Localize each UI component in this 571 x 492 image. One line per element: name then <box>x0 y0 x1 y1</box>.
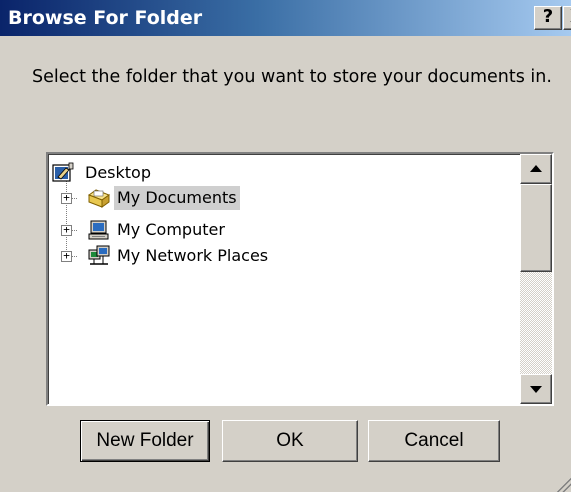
folder-documents-icon <box>87 187 111 209</box>
expand-icon[interactable]: + <box>61 224 72 236</box>
folder-tree-view[interactable]: Desktop + My Documents + My Computer + M… <box>46 152 554 406</box>
tree-item-desktop[interactable]: Desktop <box>48 160 348 186</box>
expand-icon[interactable]: + <box>61 192 72 204</box>
ok-button[interactable]: OK <box>222 420 358 462</box>
desktop-icon <box>52 162 74 184</box>
title-bar[interactable]: Browse For Folder ? X <box>0 0 571 36</box>
instruction-text: Select the folder that you want to store… <box>32 67 552 87</box>
tree-item-label: My Computer <box>117 220 225 239</box>
arrow-down-icon <box>530 386 542 393</box>
scroll-down-button[interactable] <box>520 374 552 404</box>
folder-tree: Desktop + My Documents + My Computer + M… <box>48 154 518 404</box>
help-button[interactable]: ? <box>534 6 562 30</box>
browse-for-folder-dialog: Browse For Folder ? X Select the folder … <box>0 0 571 492</box>
tree-item-my-computer[interactable]: + My Computer <box>48 217 348 243</box>
arrow-up-icon <box>530 165 542 172</box>
resize-grip-icon[interactable] <box>555 476 571 492</box>
cancel-button[interactable]: Cancel <box>368 420 500 462</box>
tree-item-label: My Network Places <box>117 246 269 265</box>
network-places-icon <box>88 245 110 267</box>
close-button[interactable]: X <box>563 6 571 30</box>
new-folder-button[interactable]: New Folder <box>80 420 210 462</box>
vertical-scrollbar[interactable] <box>520 154 552 404</box>
tree-item-my-network-places[interactable]: + My Network Places <box>48 243 348 269</box>
tree-item-label: My Documents <box>114 186 240 210</box>
computer-icon <box>88 219 110 241</box>
window-title: Browse For Folder <box>8 7 203 29</box>
tree-item-label: Desktop <box>85 163 151 182</box>
scroll-up-button[interactable] <box>520 154 552 184</box>
expand-icon[interactable]: + <box>61 250 72 262</box>
scroll-thumb[interactable] <box>520 184 552 272</box>
tree-item-my-documents[interactable]: + My Documents <box>48 185 348 211</box>
